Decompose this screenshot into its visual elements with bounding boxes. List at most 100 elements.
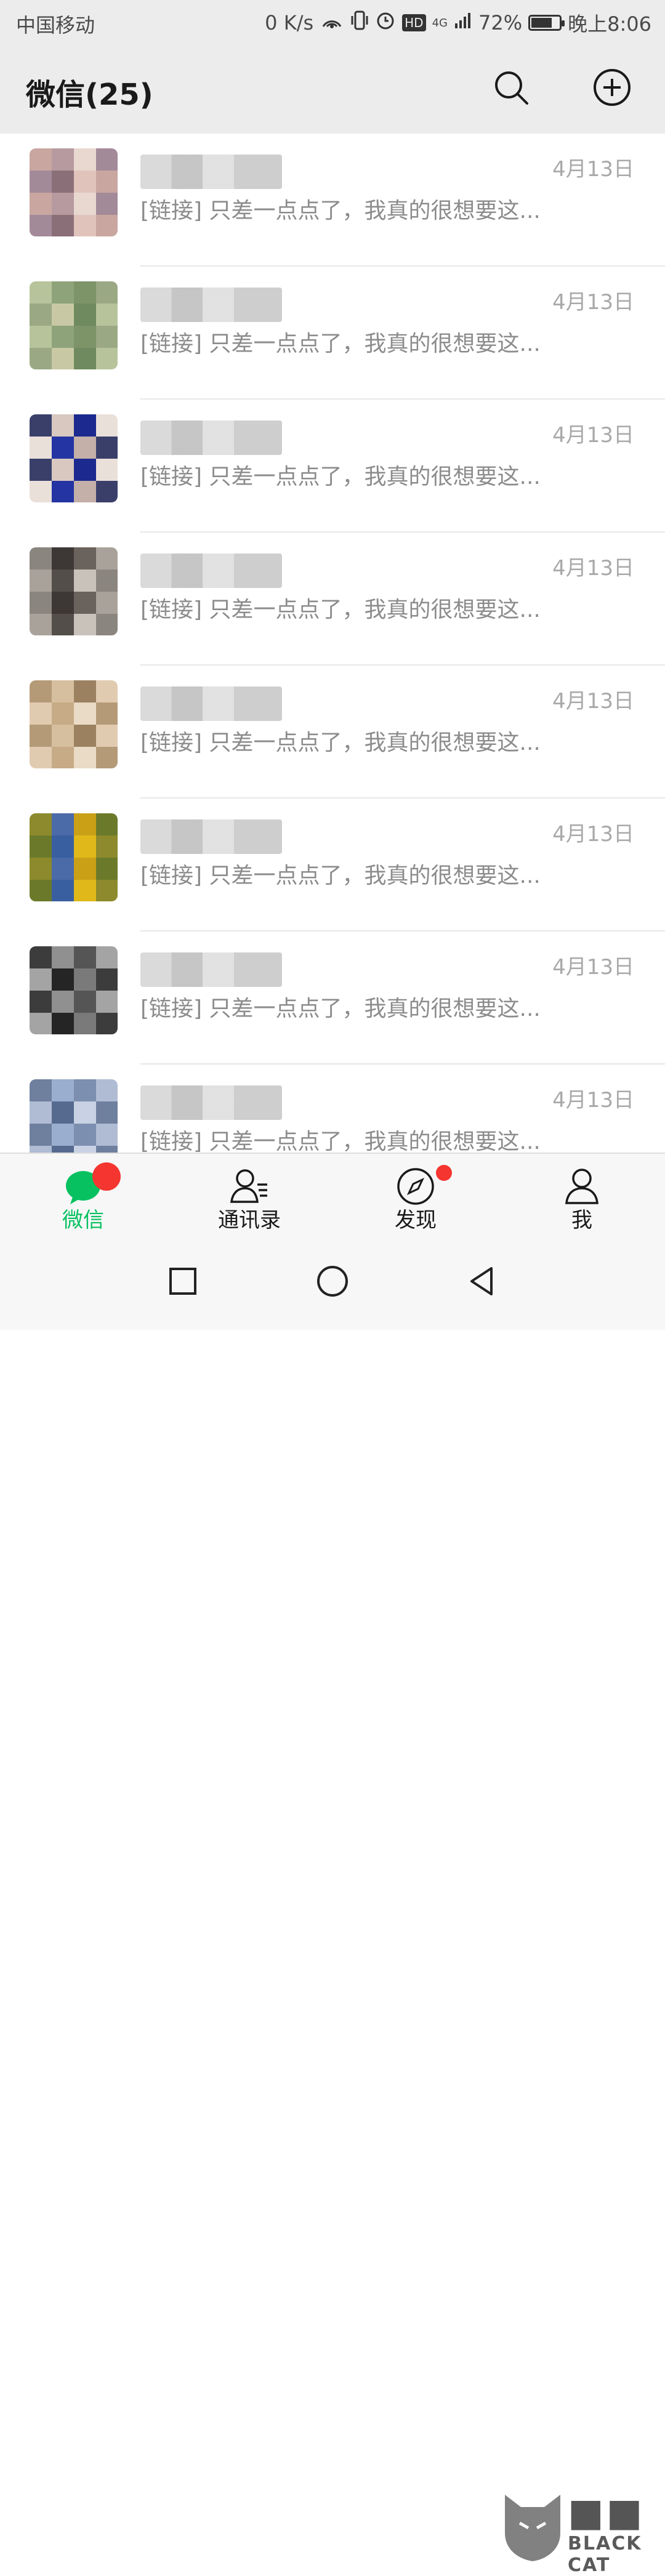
chat-preview: [链接] 只差一点点了，我真的很想要这... bbox=[140, 597, 541, 622]
avatar-pixel bbox=[30, 592, 52, 614]
signal-icon bbox=[454, 11, 472, 34]
avatar-pixel bbox=[74, 1079, 96, 1101]
system-nav-bar: ■■ BLACK CAT bbox=[0, 1233, 665, 2576]
avatar-pixel bbox=[74, 813, 96, 835]
chat-name-redacted bbox=[140, 553, 282, 588]
avatar-pixel bbox=[30, 835, 52, 858]
avatar-pixel bbox=[30, 680, 52, 702]
watermark-brand: BLACK CAT bbox=[568, 2533, 642, 2576]
avatar-pixel bbox=[52, 547, 74, 570]
network-type: 4G bbox=[432, 16, 448, 30]
avatar-pixel bbox=[52, 835, 74, 858]
avatar-pixel bbox=[52, 414, 74, 437]
avatar-pixel bbox=[30, 171, 52, 193]
avatar-pixel bbox=[74, 414, 96, 437]
chat-list-item[interactable]: 4月13日 [链接] 只差一点点了，我真的很想要这... bbox=[0, 666, 665, 799]
home-button[interactable] bbox=[311, 1260, 354, 1303]
chat-list-item[interactable]: 4月13日 [链接] 只差一点点了，我真的很想要这... bbox=[0, 1065, 665, 1153]
tab-chats[interactable]: 微信 bbox=[0, 1154, 166, 1234]
avatar-pixel bbox=[30, 304, 52, 326]
new-dot-badge bbox=[436, 1165, 452, 1181]
chat-time: 4月13日 bbox=[552, 556, 634, 581]
avatar-pixel bbox=[74, 171, 96, 193]
avatar-pixel bbox=[74, 281, 96, 304]
clock: 晚上8:06 bbox=[568, 12, 651, 36]
search-button[interactable] bbox=[491, 68, 531, 107]
avatar-pixel bbox=[30, 1146, 52, 1153]
avatar-pixel bbox=[96, 193, 118, 215]
avatar-pixel bbox=[74, 459, 96, 481]
avatar-pixel bbox=[30, 1013, 52, 1034]
chat-list-item[interactable]: 4月13日 [链接] 只差一点点了，我真的很想要这... bbox=[0, 932, 665, 1065]
avatar-pixel bbox=[30, 1101, 52, 1124]
battery-percent: 72% bbox=[478, 11, 523, 34]
tab-contacts[interactable]: 通讯录 bbox=[166, 1154, 332, 1234]
chat-name-redacted bbox=[140, 952, 282, 987]
contacts-icon bbox=[230, 1169, 267, 1203]
avatar-pixel bbox=[30, 215, 52, 236]
chat-list-item[interactable]: 4月13日 [链接] 只差一点点了，我真的很想要这... bbox=[0, 400, 665, 533]
chat-name-redacted bbox=[140, 155, 282, 189]
avatar-pixel bbox=[74, 193, 96, 215]
tab-me[interactable]: 我 bbox=[499, 1154, 665, 1234]
avatar-pixel bbox=[96, 1101, 118, 1124]
avatar-pixel bbox=[74, 215, 96, 236]
chat-list[interactable]: 4月13日 [链接] 只差一点点了，我真的很想要这... 4月13日 [链接] 只差一… bbox=[0, 134, 665, 1153]
avatar-pixel bbox=[52, 148, 74, 171]
avatar-pixel bbox=[52, 968, 74, 991]
compass-icon bbox=[397, 1168, 434, 1205]
avatar-pixel bbox=[74, 725, 96, 747]
avatar-pixel bbox=[30, 1079, 52, 1101]
avatar-pixel bbox=[96, 348, 118, 369]
avatar-pixel bbox=[52, 592, 74, 614]
avatar-pixel bbox=[52, 348, 74, 369]
avatar-pixel bbox=[52, 1013, 74, 1034]
avatar-pixel bbox=[52, 991, 74, 1013]
chat-list-item[interactable]: 4月13日 [链接] 只差一点点了，我真的很想要这... bbox=[0, 267, 665, 400]
chat-time: 4月13日 bbox=[552, 157, 634, 182]
tab-discover[interactable]: 发现 bbox=[332, 1154, 499, 1234]
avatar-pixel bbox=[96, 437, 118, 459]
avatar-pixel bbox=[74, 304, 96, 326]
avatar-pixel bbox=[30, 614, 52, 635]
avatar-pixel bbox=[74, 835, 96, 858]
avatar-pixel bbox=[30, 547, 52, 570]
avatar-pixel bbox=[96, 304, 118, 326]
add-button[interactable] bbox=[592, 68, 632, 107]
avatar-pixel bbox=[96, 858, 118, 880]
avatar-pixel bbox=[96, 171, 118, 193]
watermark-logo-glyphs: ■■ bbox=[568, 2490, 645, 2535]
chat-time: 4月13日 bbox=[552, 290, 634, 315]
chat-list-item[interactable]: 4月13日 [链接] 只差一点点了，我真的很想要这... bbox=[0, 134, 665, 267]
avatar-pixel bbox=[30, 437, 52, 459]
avatar-pixel bbox=[30, 414, 52, 437]
avatar-pixel bbox=[30, 281, 52, 304]
avatar-pixel bbox=[74, 880, 96, 901]
avatar-pixel bbox=[96, 547, 118, 570]
avatar-pixel bbox=[74, 570, 96, 592]
avatar-pixel bbox=[96, 1079, 118, 1101]
profile-icon bbox=[565, 1169, 598, 1204]
avatar-pixel bbox=[74, 437, 96, 459]
avatar-pixel bbox=[52, 1124, 74, 1146]
avatar-pixel bbox=[30, 702, 52, 725]
chat-time: 4月13日 bbox=[552, 822, 634, 847]
circle-icon bbox=[317, 1266, 348, 1297]
search-icon bbox=[495, 71, 528, 105]
status-icons: 0 K/s HD 4G 72% 晚上8:06 bbox=[265, 9, 651, 37]
avatar-pixel bbox=[96, 1146, 118, 1153]
back-button[interactable] bbox=[461, 1260, 504, 1303]
avatar-pixel bbox=[96, 481, 118, 502]
avatar-pixel bbox=[74, 1013, 96, 1034]
status-bar: 中国移动 0 K/s HD 4G 72% 晚上8:06 bbox=[0, 0, 665, 44]
chat-list-item[interactable]: 4月13日 [链接] 只差一点点了，我真的很想要这... bbox=[0, 533, 665, 666]
avatar-pixel bbox=[30, 880, 52, 901]
chat-list-item[interactable]: 4月13日 [链接] 只差一点点了，我真的很想要这... bbox=[0, 799, 665, 932]
avatar-pixel bbox=[52, 193, 74, 215]
triangle-back-icon bbox=[470, 1267, 493, 1295]
avatar-pixel bbox=[52, 858, 74, 880]
avatar bbox=[30, 547, 118, 635]
recent-apps-button[interactable] bbox=[161, 1260, 204, 1303]
avatar-pixel bbox=[96, 880, 118, 901]
tab-label: 通讯录 bbox=[218, 1208, 281, 1233]
